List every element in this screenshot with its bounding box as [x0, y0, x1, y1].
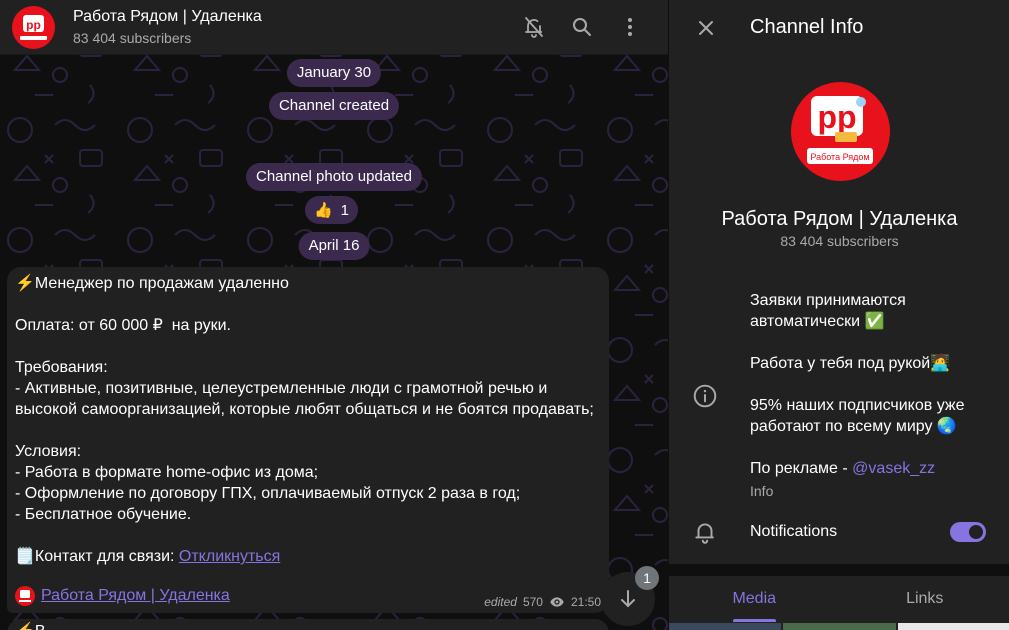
- signature-link[interactable]: Работа Рядом | Удаленка: [41, 587, 230, 605]
- eye-icon: [550, 597, 564, 607]
- media-thumbnail[interactable]: [783, 623, 896, 630]
- close-icon: [699, 20, 713, 35]
- chat-area: рр Работа Рядом | Удаленка 83 404 subscr…: [0, 0, 668, 630]
- svg-text:рр: рр: [26, 18, 41, 32]
- message-bubble[interactable]: ⚡Менеджер по продажам удаленно Оплата: о…: [7, 267, 609, 613]
- tab-media[interactable]: Media: [669, 576, 840, 622]
- description-label: Info: [750, 483, 774, 499]
- bell-icon: [695, 523, 714, 544]
- contact-prefix: 🗒️Контакт для связи:: [15, 548, 179, 565]
- channel-description[interactable]: Заявки принимаются автоматически ✅ Работ…: [750, 290, 1000, 479]
- mute-bell-icon[interactable]: [510, 3, 558, 51]
- thumbs-up-icon: 👍: [313, 202, 333, 219]
- info-icon: [693, 384, 717, 408]
- media-thumbnail[interactable]: [897, 623, 1009, 630]
- date-separator: January 30: [286, 59, 382, 87]
- channel-name: Работа Рядом | Удаленка: [721, 208, 958, 230]
- edited-label: edited: [484, 595, 517, 609]
- view-count: 570: [522, 595, 543, 609]
- message-body: Оплата: от 60 000 ₽ на руки. Требования:…: [15, 317, 594, 523]
- service-message: Channel photo updated: [246, 163, 422, 191]
- next-message-text: ⚡В: [15, 623, 46, 630]
- contact-link[interactable]: Откликнуться: [179, 548, 280, 565]
- search-icon[interactable]: [558, 3, 606, 51]
- message-meta: edited 570 21:50: [484, 594, 601, 610]
- notifications-toggle[interactable]: [950, 522, 986, 542]
- ad-contact-link[interactable]: @vasek_zz: [852, 460, 935, 477]
- panel-title: Channel Info: [750, 16, 864, 38]
- section-divider: [669, 564, 1009, 576]
- chat-title[interactable]: Работа Рядом | Удаленка: [73, 7, 510, 27]
- reaction-chip[interactable]: 👍 1: [305, 196, 358, 224]
- service-message: Channel created: [268, 92, 400, 120]
- next-message-bubble[interactable]: ⚡В: [7, 619, 609, 630]
- media-tabs: Media Links: [669, 576, 1009, 622]
- notifications-row[interactable]: Notifications: [669, 512, 1009, 552]
- message-time: 21:50: [570, 595, 601, 609]
- channel-avatar[interactable]: рр: [12, 5, 55, 49]
- description-text: Заявки принимаются автоматически ✅ Работ…: [750, 292, 965, 477]
- logo-text: Работа Рядом: [810, 152, 869, 162]
- message-signature: Работа Рядом | Удаленка: [15, 586, 230, 606]
- message-title: ⚡Менеджер по продажам удаленно: [15, 275, 289, 292]
- chat-header[interactable]: рр Работа Рядом | Удаленка 83 404 subscr…: [0, 0, 668, 55]
- more-vertical-icon[interactable]: [606, 3, 654, 51]
- message-contact: 🗒️Контакт для связи: Откликнуться: [15, 546, 601, 567]
- media-thumbnails: [669, 623, 1009, 630]
- channel-avatar-large[interactable]: рр Работа Рядом: [791, 82, 890, 181]
- channel-info-panel: Channel Info рр Работа Рядом Работа Рядо…: [668, 0, 1009, 630]
- subscriber-count: 83 404 subscribers: [73, 30, 192, 46]
- unread-badge: 1: [635, 566, 659, 590]
- arrow-down-icon: [621, 590, 635, 608]
- reaction-count: 1: [340, 201, 350, 219]
- svg-text:рр: рр: [817, 99, 856, 135]
- notifications-label: Notifications: [750, 523, 838, 540]
- channel-mini-avatar: [15, 586, 35, 606]
- tab-links[interactable]: Links: [840, 576, 1009, 622]
- date-separator: April 16: [298, 232, 370, 260]
- media-thumbnail[interactable]: [669, 623, 782, 630]
- close-button[interactable]: [682, 4, 730, 52]
- channel-subscribers: 83 404 subscribers: [780, 233, 899, 249]
